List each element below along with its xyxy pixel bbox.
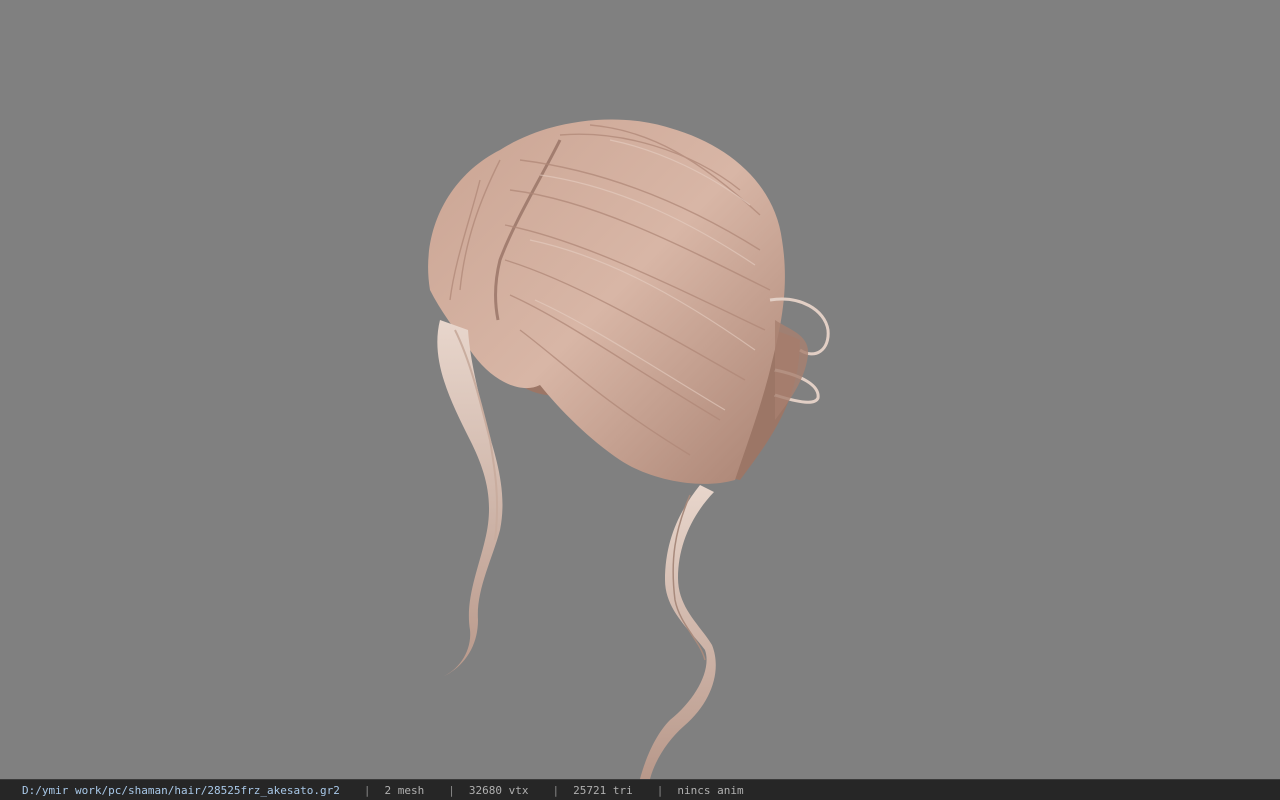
- status-separator: |: [363, 783, 371, 797]
- model-viewport[interactable]: [0, 0, 1280, 779]
- hair-bun: [775, 320, 809, 420]
- status-vertex-count: 32680 vtx: [468, 783, 529, 797]
- status-file-path: D:/ymir work/pc/shaman/hair/28525frz_ake…: [22, 783, 340, 797]
- status-anim: nincs anim: [677, 783, 744, 797]
- status-triangle-count: 25721 tri: [573, 783, 633, 797]
- hair-model-render: [428, 119, 830, 779]
- status-separator: |: [552, 783, 560, 797]
- status-separator: |: [448, 783, 455, 797]
- status-separator: |: [656, 783, 664, 797]
- status-mesh-count: 2 mesh: [384, 783, 425, 797]
- status-bar: D:/ymir work/pc/shaman/hair/28525frz_ake…: [0, 779, 1280, 800]
